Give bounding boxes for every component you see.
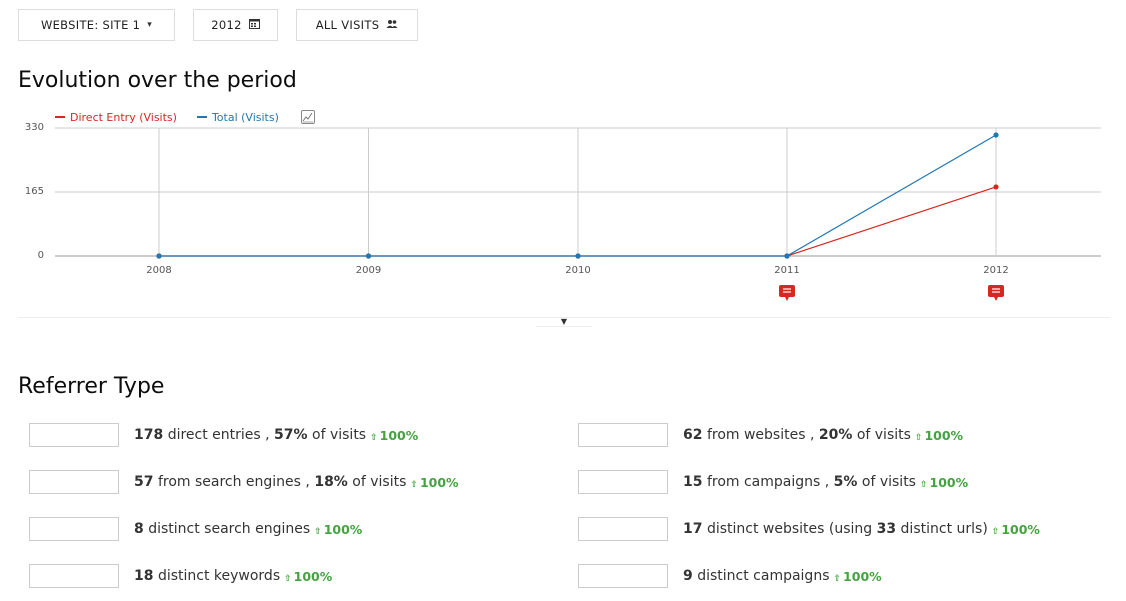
- trend-indicator: ⇧ 100%: [314, 522, 362, 537]
- arrow-up-icon: ⇧: [370, 432, 378, 443]
- metric-suffix: of visits: [861, 474, 916, 490]
- x-tick-label: 2010: [565, 265, 590, 276]
- metric-suffix: of visits: [352, 474, 407, 490]
- arrow-up-icon: ⇧: [991, 526, 1000, 537]
- metric-value: 8: [134, 521, 144, 537]
- expand-chart-toggle[interactable]: ▼: [536, 318, 592, 327]
- sparkline[interactable]: [29, 564, 119, 588]
- x-tick-label: 2011: [774, 265, 799, 276]
- referrer-metric-text: 178 direct entries , 57% of visits: [134, 427, 366, 443]
- sparkline[interactable]: [578, 470, 668, 494]
- referrer-metric-text: 62 from websites , 20% of visits: [683, 427, 911, 443]
- referrer-metric-text: 9 distinct campaigns: [683, 568, 830, 584]
- series-point-1: [365, 253, 372, 259]
- sparkline[interactable]: [29, 470, 119, 494]
- metric-value: 18: [134, 568, 154, 584]
- arrow-up-icon: ⇧: [284, 573, 292, 584]
- arrow-up-icon: ⇧: [914, 432, 923, 443]
- referrer-metric-text: 8 distinct search engines: [134, 521, 310, 537]
- metric-label: direct entries ,: [167, 427, 270, 443]
- metric-suffix: of visits: [856, 427, 911, 443]
- x-tick-label: 2009: [356, 265, 381, 276]
- trend-value: 100%: [419, 474, 459, 490]
- metric-percent: 5%: [833, 474, 858, 490]
- series-point-1: [784, 253, 790, 259]
- trend-value: 100%: [323, 521, 363, 537]
- referrer-row-distinct-search-engines: 8 distinct search engines ⇧ 100%: [29, 515, 362, 543]
- referrer-metric-text: 15 from campaigns , 5% of visits: [683, 474, 916, 490]
- metric-label: from campaigns ,: [706, 474, 830, 490]
- trend-indicator: ⇧ 100%: [915, 428, 963, 443]
- evolution-chart: 330 165 0 2008 2009 2010 2011 2012: [25, 122, 1101, 301]
- metric-label: from search engines ,: [157, 474, 310, 490]
- referrer-row-distinct-websites: 17 distinct websites (using 33 distinct …: [578, 515, 1040, 543]
- metric-label: from websites ,: [706, 427, 815, 443]
- sparkline[interactable]: [578, 423, 668, 447]
- trend-indicator: ⇧ 100%: [370, 428, 418, 443]
- trend-value: 100%: [379, 427, 419, 443]
- sparkline[interactable]: [29, 423, 119, 447]
- y-tick-label: 0: [38, 250, 44, 261]
- referrer-row-websites: 62 from websites , 20% of visits ⇧ 100%: [578, 421, 963, 449]
- trend-value: 100%: [924, 427, 964, 443]
- referrer-row-distinct-keywords: 18 distinct keywords ⇧ 100%: [29, 562, 332, 590]
- arrow-up-icon: ⇧: [314, 526, 322, 537]
- referrer-row-distinct-campaigns: 9 distinct campaigns ⇧ 100%: [578, 562, 882, 590]
- metric-label-secondary: distinct urls): [900, 521, 988, 537]
- trend-value: 100%: [1001, 521, 1040, 537]
- metric-value: 57: [134, 474, 154, 490]
- trend-indicator: ⇧ 100%: [920, 475, 968, 490]
- metric-value: 9: [683, 568, 693, 584]
- metric-label: distinct keywords: [157, 568, 281, 584]
- trend-indicator: ⇧ 100%: [834, 569, 882, 584]
- referrer-row-campaigns: 15 from campaigns , 5% of visits ⇧ 100%: [578, 468, 968, 496]
- metric-percent: 57%: [274, 427, 308, 443]
- y-tick-label: 330: [25, 122, 44, 133]
- metric-percent: 20%: [818, 427, 853, 443]
- referrer-metric-text: 18 distinct keywords: [134, 568, 280, 584]
- trend-value: 100%: [929, 474, 969, 490]
- metric-label: distinct search engines: [148, 521, 311, 537]
- metric-suffix: of visits: [312, 427, 367, 443]
- metric-label: distinct websites (using: [706, 521, 873, 537]
- metric-label: distinct campaigns: [697, 568, 830, 584]
- referrer-metric-text: 57 from search engines , 18% of visits: [134, 474, 406, 490]
- y-tick-label: 165: [25, 186, 44, 197]
- metric-value: 17: [683, 521, 703, 537]
- sparkline[interactable]: [578, 564, 668, 588]
- series-point-1: [575, 253, 581, 259]
- metric-value: 62: [683, 427, 703, 443]
- sparkline[interactable]: [29, 517, 119, 541]
- referrer-row-direct-entries: 178 direct entries , 57% of visits ⇧ 100%: [29, 421, 418, 449]
- series-point-1: [993, 132, 999, 138]
- x-tick-label: 2012: [983, 265, 1008, 276]
- metric-percent: 18%: [314, 474, 348, 490]
- referrer-row-search-engines: 57 from search engines , 18% of visits ⇧…: [29, 468, 459, 496]
- referrer-type-title: Referrer Type: [18, 374, 165, 399]
- series-point-1: [156, 253, 162, 259]
- metric-value: 178: [134, 427, 164, 443]
- referrer-metric-text: 17 distinct websites (using 33 distinct …: [683, 521, 988, 537]
- annotation-icon[interactable]: [988, 285, 1004, 301]
- arrow-up-icon: ⇧: [833, 573, 842, 584]
- series-point-0: [993, 184, 999, 190]
- metric-value-secondary: 33: [876, 521, 897, 537]
- trend-indicator: ⇧ 100%: [284, 569, 332, 584]
- trend-value: 100%: [293, 568, 333, 584]
- trend-indicator: ⇧ 100%: [992, 522, 1040, 537]
- metric-value: 15: [683, 474, 703, 490]
- trend-value: 100%: [843, 568, 882, 584]
- arrow-up-icon: ⇧: [919, 479, 928, 490]
- arrow-up-icon: ⇧: [410, 479, 418, 490]
- trend-indicator: ⇧ 100%: [410, 475, 458, 490]
- sparkline[interactable]: [578, 517, 668, 541]
- x-tick-label: 2008: [146, 265, 171, 276]
- annotation-icon[interactable]: [779, 285, 795, 301]
